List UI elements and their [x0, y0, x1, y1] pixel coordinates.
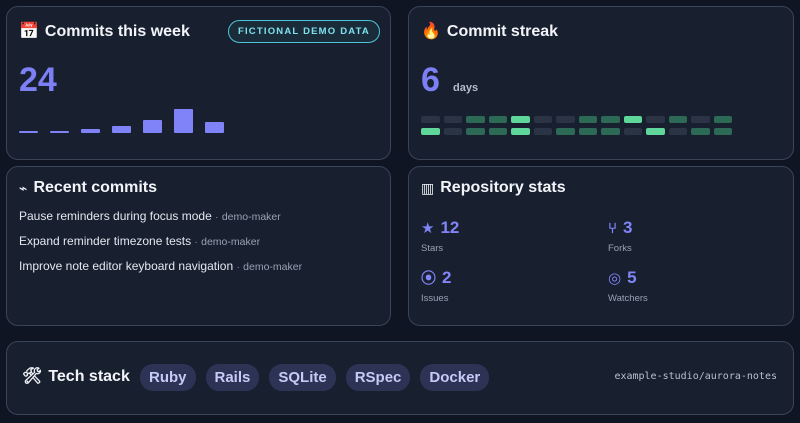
commit-message: Pause reminders during focus mode [19, 209, 212, 223]
commit-streak-card: 🔥 Commit streak 6 days [408, 6, 794, 160]
stars-stat: ★ 12 Stars [421, 218, 460, 254]
repo-card-title: ▥ Repository stats [421, 179, 566, 196]
streak-value: 6 [421, 61, 440, 99]
heatmap-cell [668, 116, 687, 123]
heatmap-cell [713, 128, 732, 135]
streak-unit: days [453, 82, 479, 94]
commit-item[interactable]: Expand reminder timezone tests · demo-ma… [19, 234, 260, 248]
heatmap-cell [421, 128, 440, 135]
tech-chip[interactable]: Docker [420, 364, 490, 391]
heatmap-cell [713, 116, 732, 123]
tech-chip[interactable]: SQLite [269, 364, 336, 391]
recent-commits-card: ⌁ Recent commits Pause reminders during … [6, 166, 391, 326]
heatmap-cell [511, 116, 530, 123]
heatmap-cell [623, 116, 642, 123]
day-bar [19, 131, 38, 133]
day-bar [174, 109, 193, 133]
heatmap-cell [466, 128, 485, 135]
separator: · [236, 262, 240, 273]
commit-message: Improve note editor keyboard navigation [19, 259, 234, 273]
tools-icon: 🛠 [22, 368, 43, 385]
repository-icon: ▥ [421, 180, 435, 196]
star-icon: ★ [421, 219, 435, 237]
fork-icon: ⑂ [608, 219, 618, 237]
issues-stat: ⦿ 2 Issues [421, 268, 452, 304]
heatmap-cell [556, 128, 575, 135]
day-bar [50, 131, 69, 133]
heatmap-cell [691, 116, 710, 123]
heatmap-cell [466, 116, 485, 123]
fire-icon: 🔥 [421, 23, 441, 40]
tech-chip[interactable]: Rails [205, 364, 260, 391]
heatmap-cell [443, 116, 462, 123]
commit-author: demo-maker [243, 261, 303, 273]
commits-total: 24 [19, 61, 57, 99]
heatmap-cell [578, 116, 597, 123]
tech-chip[interactable]: RSpec [345, 364, 411, 391]
repository-path[interactable]: example-studio/aurora-notes [614, 371, 777, 382]
heatmap-cell [533, 116, 552, 123]
commits-card-title: 📅 Commits this week [19, 23, 190, 40]
heatmap-cell [668, 128, 687, 135]
heatmap-cell [646, 116, 665, 123]
commit-item[interactable]: Pause reminders during focus mode · demo… [19, 209, 281, 223]
heatmap-cell [488, 116, 507, 123]
forks-stat: ⑂ 3 Forks [608, 218, 633, 254]
demo-data-badge: FICTIONAL DEMO DATA [227, 20, 380, 43]
separator: · [215, 212, 219, 223]
eye-icon: ◎ [608, 269, 622, 287]
heatmap-cell [533, 128, 552, 135]
day-bar [112, 126, 131, 133]
commit-author: demo-maker [201, 236, 261, 248]
heatmap-cell [691, 128, 710, 135]
tech-chips: Ruby Rails SQLite RSpec Docker [140, 364, 490, 391]
commit-icon: ⌁ [19, 180, 28, 196]
heatmap-row-2 [421, 128, 757, 135]
tech-card-title: 🛠 Tech stack [22, 368, 130, 385]
daily-commits-bar-chart [19, 105, 239, 133]
day-bar [81, 129, 100, 133]
tech-chip[interactable]: Ruby [140, 364, 196, 391]
heatmap-cell [421, 116, 440, 123]
heatmap-cell [601, 116, 620, 123]
heatmap-cell [511, 128, 530, 135]
separator: · [194, 237, 198, 248]
repository-stats-card: ▥ Repository stats ★ 12 Stars ⑂ 3 Forks ⦿ 2… [408, 166, 794, 326]
watchers-stat: ◎ 5 Watchers [608, 268, 648, 304]
heatmap-cell [646, 128, 665, 135]
heatmap-cell [443, 128, 462, 135]
heatmap-cell [601, 128, 620, 135]
heatmap-cell [488, 128, 507, 135]
day-bar [205, 122, 224, 133]
heatmap-cell [556, 116, 575, 123]
commits-this-week-card: 📅 Commits this week FICTIONAL DEMO DATA … [6, 6, 391, 160]
streak-card-title: 🔥 Commit streak [421, 23, 559, 40]
commit-item[interactable]: Improve note editor keyboard navigation … [19, 259, 302, 273]
calendar-icon: 📅 [19, 23, 39, 40]
day-bar [143, 120, 162, 133]
recent-card-title: ⌁ Recent commits [19, 179, 158, 196]
commit-author: demo-maker [221, 211, 281, 223]
heatmap-row-1 [421, 116, 757, 123]
heatmap-cell [623, 128, 642, 135]
tech-stack-card: 🛠 Tech stack Ruby Rails SQLite RSpec Doc… [6, 341, 794, 415]
issue-icon: ⦿ [421, 269, 437, 287]
heatmap-cell [578, 128, 597, 135]
commit-message: Expand reminder timezone tests [19, 234, 192, 248]
